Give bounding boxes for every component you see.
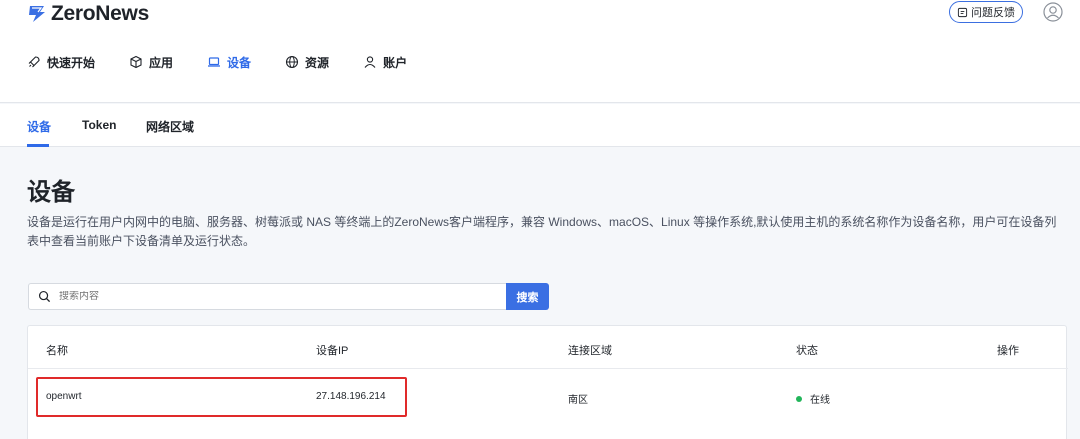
nav-item-quick-start[interactable]: 快速开始 <box>27 53 95 71</box>
feedback-icon <box>957 7 968 17</box>
nav-item-label: 资源 <box>305 55 330 70</box>
tab-devices[interactable]: 设备 <box>27 118 51 135</box>
search-icon <box>38 290 51 303</box>
column-header-name: 名称 <box>46 345 68 357</box>
active-tab-indicator <box>27 144 49 147</box>
online-status-dot <box>796 396 802 403</box>
page-title: 设备 <box>27 179 75 206</box>
column-header-actions: 操作 <box>997 345 1019 357</box>
laptop-icon <box>208 57 221 67</box>
nav-item-label: 账户 <box>383 55 408 70</box>
top-bar: ZeroNews 问题反馈 快速开始 应用 设备 资源 账户 <box>0 0 1080 103</box>
highlight-annotation-box <box>36 377 407 417</box>
nav-item-resources[interactable]: 资源 <box>285 53 329 71</box>
logo-text: ZeroNews <box>51 2 149 25</box>
nav-item-label: 设备 <box>227 55 252 70</box>
tab-network-zone[interactable]: 网络区域 <box>146 118 194 135</box>
feedback-button[interactable]: 问题反馈 <box>949 1 1023 23</box>
nav-item-account[interactable]: 账户 <box>363 53 407 71</box>
logo[interactable]: ZeroNews <box>27 2 149 26</box>
sub-tabs: 设备 Token 网络区域 <box>0 104 1080 147</box>
rocket-icon <box>28 56 40 68</box>
column-header-ip: 设备IP <box>316 345 349 357</box>
search-box <box>28 283 506 310</box>
devices-table: 名称 设备IP 连接区域 状态 操作 openwrt 27.148.196.21… <box>27 325 1068 439</box>
main-nav: 快速开始 应用 设备 资源 账户 <box>27 53 441 71</box>
cube-icon <box>130 55 142 69</box>
page-description: 设备是运行在用户内网中的电脑、服务器、树莓派或 NAS 等终端上的ZeroNew… <box>27 215 1057 248</box>
search-input[interactable] <box>59 291 479 302</box>
feedback-label: 问题反馈 <box>971 7 1015 19</box>
zeronews-logo-icon <box>29 6 45 22</box>
column-header-status: 状态 <box>796 345 818 357</box>
cell-region: 南区 <box>568 395 588 406</box>
nav-item-label: 应用 <box>149 55 174 70</box>
globe-icon <box>285 55 299 69</box>
user-icon <box>364 56 376 68</box>
nav-item-devices[interactable]: 设备 <box>207 53 251 71</box>
avatar[interactable] <box>1043 2 1063 22</box>
header-divider <box>28 368 1068 369</box>
status-label: 在线 <box>810 395 830 406</box>
search-button[interactable]: 搜索 <box>506 283 549 310</box>
column-header-region: 连接区域 <box>568 345 612 357</box>
nav-item-apps[interactable]: 应用 <box>129 53 173 71</box>
cell-status: 在线 <box>796 391 830 406</box>
nav-item-label: 快速开始 <box>47 55 96 70</box>
tab-token[interactable]: Token <box>82 118 116 132</box>
